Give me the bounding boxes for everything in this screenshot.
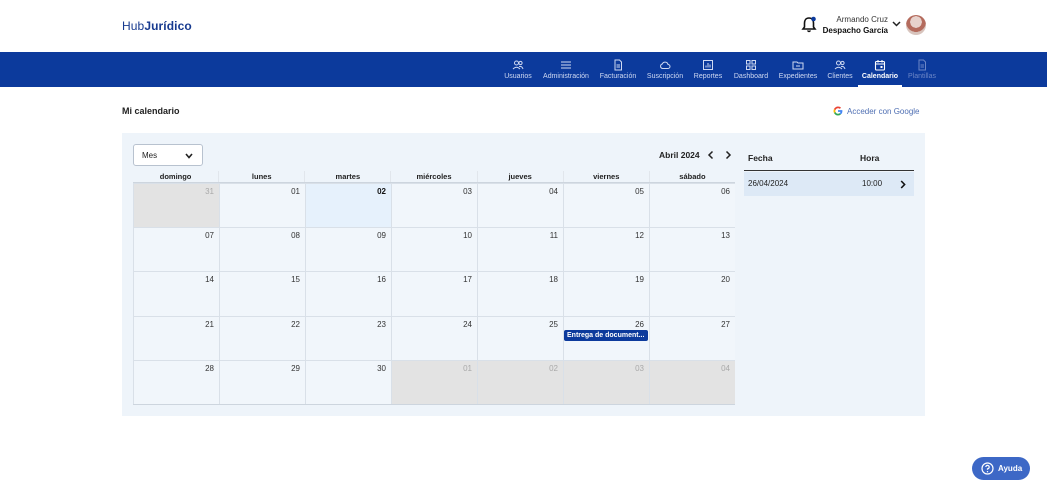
google-connect-link[interactable]: Acceder con Google xyxy=(833,106,920,116)
column-header-date: Fecha xyxy=(748,153,773,163)
day-cell[interactable]: 28 xyxy=(133,359,219,404)
calendar-event[interactable]: Entrega de document... xyxy=(564,329,648,341)
menu-icon xyxy=(561,61,571,69)
day-cell[interactable]: 30 xyxy=(305,359,391,404)
weekday-label: viernes xyxy=(562,171,649,182)
day-cell[interactable]: 22 xyxy=(219,315,305,360)
day-cell[interactable]: 27 xyxy=(649,315,735,360)
day-cell[interactable]: 03 xyxy=(391,183,477,228)
page-title: Mi calendario xyxy=(122,106,180,116)
day-cell[interactable]: 04 xyxy=(477,183,563,228)
day-cell[interactable]: 24 xyxy=(391,315,477,360)
nav-item-reportes[interactable]: Reportes xyxy=(692,52,724,87)
day-cell[interactable]: 16 xyxy=(305,271,391,316)
user-name: Armando Cruz xyxy=(836,15,888,24)
day-cell[interactable]: 11 xyxy=(477,227,563,272)
view-mode-select[interactable]: Mes xyxy=(133,144,203,166)
day-cell[interactable]: 14 xyxy=(133,271,219,316)
day-cell[interactable]: 07 xyxy=(133,227,219,272)
weekday-label: domingo xyxy=(159,172,192,181)
google-icon xyxy=(833,106,843,116)
nav-item-clientes[interactable]: Clientes xyxy=(824,52,856,87)
nav-item-calendario[interactable]: Calendario xyxy=(858,52,902,87)
day-cell[interactable]: 01 xyxy=(219,183,305,228)
main-navigation: Usuarios Administración Facturación Susc… xyxy=(0,52,1047,87)
chevron-right-icon[interactable] xyxy=(900,180,906,189)
template-icon xyxy=(918,59,926,71)
day-cell[interactable]: 02 xyxy=(477,359,563,404)
day-cell[interactable]: 18 xyxy=(477,271,563,316)
day-cell[interactable]: 06 xyxy=(649,183,735,228)
weekday-header: domingo lunes martes miércoles jueves vi… xyxy=(133,171,735,183)
nav-item-usuarios[interactable]: Usuarios xyxy=(501,52,535,87)
nav-item-plantillas: Plantillas xyxy=(905,52,939,87)
users-icon xyxy=(512,60,524,70)
day-cell[interactable]: 20 xyxy=(649,271,735,316)
day-cell[interactable]: 15 xyxy=(219,271,305,316)
next-month-icon[interactable] xyxy=(724,150,732,160)
day-cell[interactable]: 10 xyxy=(391,227,477,272)
nav-item-administracion[interactable]: Administración xyxy=(541,52,591,87)
day-cell[interactable]: 09 xyxy=(305,227,391,272)
weekday-label: martes xyxy=(304,171,390,182)
cloud-icon xyxy=(660,61,671,69)
day-cell[interactable]: 13 xyxy=(649,227,735,272)
day-cell[interactable]: 17 xyxy=(391,271,477,316)
day-cell[interactable]: 26 Entrega de document... xyxy=(563,315,649,360)
event-list-row[interactable]: 26/04/2024 10:00 xyxy=(744,172,914,196)
day-cell[interactable]: 01 xyxy=(391,359,477,404)
day-cell[interactable]: 23 xyxy=(305,315,391,360)
notification-bell-icon[interactable] xyxy=(801,16,817,34)
event-time: 10:00 xyxy=(862,179,883,188)
app-logo[interactable]: HubJurídico xyxy=(122,19,192,33)
day-cell[interactable]: 29 xyxy=(219,359,305,404)
weekday-label: miércoles xyxy=(390,171,476,182)
clients-icon xyxy=(834,60,846,70)
day-cell[interactable]: 05 xyxy=(563,183,649,228)
event-date: 26/04/2024 xyxy=(748,179,789,188)
day-cell[interactable]: 12 xyxy=(563,227,649,272)
current-month-label: Abril 2024 xyxy=(659,150,700,160)
avatar[interactable] xyxy=(906,15,926,35)
user-menu[interactable]: Armando Cruz Despacho García xyxy=(820,15,888,35)
day-cell[interactable]: 08 xyxy=(219,227,305,272)
nav-item-expedientes[interactable]: Expedientes xyxy=(778,52,818,87)
folder-icon xyxy=(792,61,804,70)
weekday-label: lunes xyxy=(218,171,304,182)
top-header: HubJurídico Armando Cruz Despacho García xyxy=(0,0,1047,52)
chevron-down-icon[interactable] xyxy=(892,21,901,27)
day-cell[interactable]: 31 xyxy=(133,183,219,228)
calendar-icon xyxy=(874,60,886,71)
weekday-label: jueves xyxy=(476,171,563,182)
day-cell[interactable]: 25 xyxy=(477,315,563,360)
day-cell[interactable]: 19 xyxy=(563,271,649,316)
help-button[interactable]: Ayuda xyxy=(972,457,1030,480)
day-cell-today[interactable]: 02 xyxy=(305,183,391,228)
chart-icon xyxy=(703,60,713,70)
nav-item-suscripcion[interactable]: Suscripción xyxy=(645,52,685,87)
nav-item-dashboard[interactable]: Dashboard xyxy=(731,52,771,87)
chevron-down-icon xyxy=(185,153,193,159)
user-organization: Despacho García xyxy=(822,26,888,35)
column-header-time: Hora xyxy=(860,153,880,163)
previous-month-icon[interactable] xyxy=(707,150,715,160)
events-list-header: Fecha Hora xyxy=(744,145,914,171)
calendar-grid: 31 01 02 03 04 05 06 07 08 09 10 11 12 1… xyxy=(133,183,735,405)
month-calendar: domingo lunes martes miércoles jueves vi… xyxy=(133,171,735,406)
grid-icon xyxy=(746,60,756,70)
nav-item-facturacion[interactable]: Facturación xyxy=(598,52,638,87)
help-icon xyxy=(981,462,994,475)
day-cell[interactable]: 21 xyxy=(133,315,219,360)
day-cell[interactable]: 03 xyxy=(563,359,649,404)
weekday-label: sábado xyxy=(648,171,735,182)
document-icon xyxy=(614,59,622,71)
day-cell[interactable]: 04 xyxy=(649,359,735,404)
